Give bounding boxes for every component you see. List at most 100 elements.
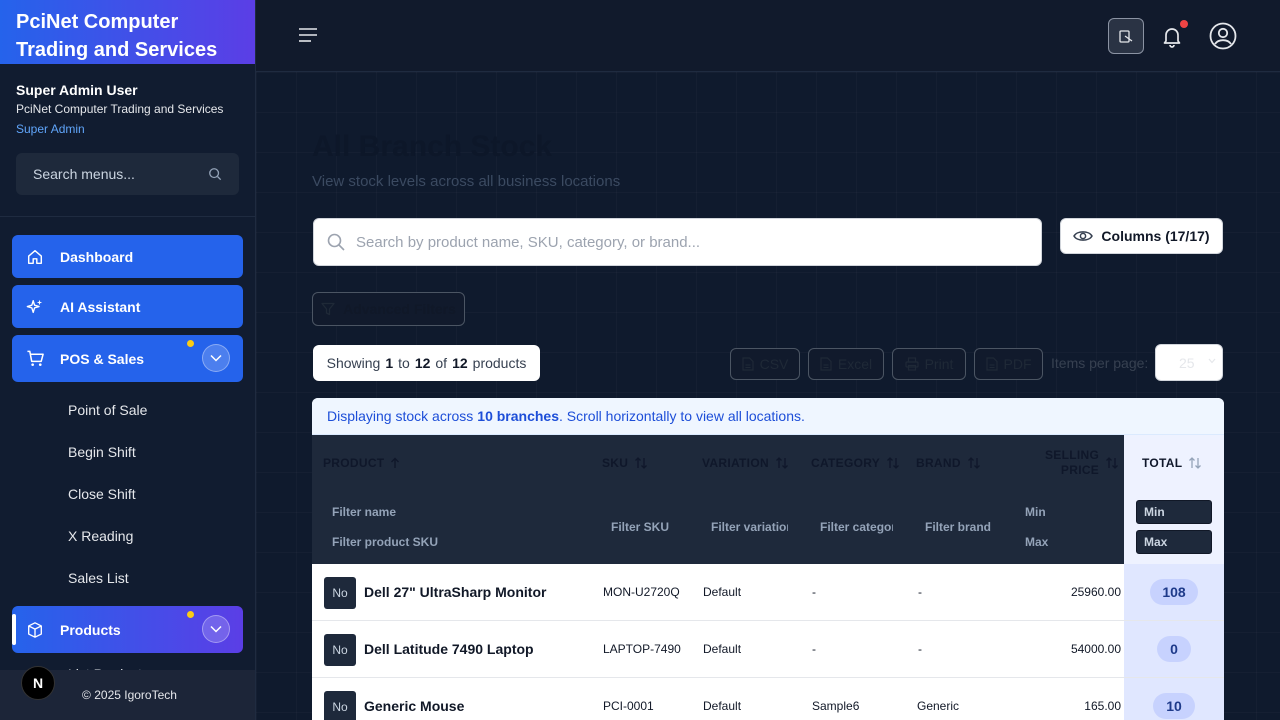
page-subtitle: View stock levels across all business lo… [312, 173, 621, 190]
total-badge: 0 [1157, 636, 1191, 662]
table-row[interactable]: No Dell 27" UltraSharp Monitor MON-U2720… [312, 564, 1224, 621]
table-row[interactable]: No Generic Mouse PCI-0001 Default Sample… [312, 678, 1224, 720]
showing-of-word: of [435, 355, 448, 371]
column-header-label: PRODUCT [323, 456, 385, 470]
columns-button[interactable]: Columns (17/17) [1060, 218, 1223, 254]
filter-product-sku-input[interactable]: Filter product SKU [332, 535, 438, 549]
sidebar-item-label: POS & Sales [60, 350, 145, 367]
filter-total-min-input[interactable]: Min [1136, 500, 1212, 524]
sidebar-item-x-reading[interactable]: X Reading [12, 515, 243, 557]
user-company: PciNet Computer Trading and Services [16, 102, 224, 116]
sidebar-item-close-shift[interactable]: Close Shift [12, 473, 243, 515]
filter-name-input[interactable]: Filter name [332, 505, 396, 519]
user-circle-icon[interactable] [1209, 22, 1237, 50]
advanced-filters-button[interactable]: Advanced Filters [312, 292, 465, 326]
table-header: PRODUCT SKU VARIATION CATEGORY BRAND SEL… [312, 435, 1224, 564]
theme-toggle-icon [1119, 30, 1133, 43]
sidebar-item-label: AI Assistant [60, 298, 141, 315]
app-badge[interactable]: N [21, 666, 55, 700]
column-header-label-line-2: PRICE [1060, 463, 1100, 477]
file-icon [985, 357, 998, 371]
items-per-page-label: Items per page: [1051, 355, 1149, 371]
sidebar-item-label: Dashboard [60, 248, 134, 265]
showing-to: 12 [414, 355, 431, 371]
sidebar-item-dashboard[interactable]: Dashboard [12, 235, 243, 278]
notification-dot [187, 340, 194, 347]
brand-title-line-1: PciNet Computer [16, 11, 179, 33]
column-header-category[interactable]: CATEGORY [811, 456, 900, 470]
brand-header[interactable]: PciNet Computer Trading and Services [0, 0, 255, 64]
export-csv-button[interactable]: CSV [730, 348, 800, 380]
filter-brand-input[interactable]: Filter brand [925, 520, 1005, 534]
column-header-brand[interactable]: BRAND [916, 456, 981, 470]
cell-sku: MON-U2720Q [603, 585, 680, 599]
column-header-product[interactable]: PRODUCT [323, 456, 400, 470]
showing-to-word: to [398, 355, 410, 371]
column-header-label: CATEGORY [811, 456, 881, 470]
filter-icon [321, 302, 335, 316]
sidebar-item-begin-shift[interactable]: Begin Shift [12, 431, 243, 473]
theme-toggle-button[interactable] [1108, 18, 1144, 54]
banner-prefix: Displaying stock across [327, 408, 474, 424]
chevron-down-icon[interactable] [202, 615, 230, 643]
cell-variation: Default [703, 642, 742, 656]
items-per-page-select[interactable]: 25 [1155, 344, 1223, 381]
product-name[interactable]: Dell 27" UltraSharp Monitor [364, 584, 546, 600]
filter-category-input[interactable]: Filter category [820, 520, 893, 534]
search-icon [209, 168, 222, 181]
product-name[interactable]: Generic Mouse [364, 698, 464, 714]
sidebar-item-sales-list[interactable]: Sales List [12, 557, 243, 599]
sort-icon [1189, 457, 1202, 469]
cell-brand: - [918, 642, 922, 656]
cell-variation: Default [703, 699, 742, 713]
column-header-variation[interactable]: VARIATION [702, 456, 789, 470]
columns-button-label: Columns (17/17) [1101, 228, 1210, 244]
column-header-selling-price[interactable]: SELLING PRICE [1045, 448, 1119, 478]
column-header-sku[interactable]: SKU [602, 456, 648, 470]
sidebar-item-products[interactable]: Products [12, 606, 243, 653]
product-search-input[interactable] [356, 233, 1041, 251]
total-badge: 108 [1150, 579, 1198, 605]
export-excel-button[interactable]: Excel [808, 348, 884, 380]
bell-icon[interactable] [1160, 24, 1184, 48]
filter-variation-input[interactable]: Filter variation [711, 520, 788, 534]
showing-total: 12 [452, 355, 468, 371]
menu-icon[interactable] [299, 28, 317, 42]
sidebar-item-point-of-sale[interactable]: Point of Sale [12, 389, 243, 431]
items-per-page-value: 25 [1179, 354, 1195, 371]
product-thumbnail: No [324, 691, 356, 720]
showing-suffix: products [472, 355, 527, 371]
sidebar-item-ai-assistant[interactable]: AI Assistant [12, 285, 243, 328]
product-thumbnail: No [324, 577, 356, 609]
column-header-total[interactable]: TOTAL [1142, 456, 1202, 470]
menu-search-input[interactable]: Search menus... [16, 153, 239, 195]
cell-selling-price: 54000.00 [1070, 642, 1121, 656]
column-header-label: BRAND [916, 456, 961, 470]
home-icon [25, 247, 45, 267]
cell-selling-price: 165.00 [1084, 699, 1121, 713]
chevron-down-icon[interactable] [202, 344, 230, 372]
sidebar: PciNet Computer Trading and Services Sup… [0, 0, 256, 720]
cell-category: - [812, 642, 816, 656]
filter-sku-input[interactable]: Filter SKU [611, 520, 691, 534]
filter-price-max-input[interactable]: Max [1025, 535, 1048, 549]
table-row[interactable]: No Dell Latitude 7490 Laptop LAPTOP-7490… [312, 621, 1224, 678]
filter-price-min-input[interactable]: Min [1025, 505, 1046, 519]
cell-sku: LAPTOP-7490 [603, 642, 681, 656]
export-pdf-button[interactable]: PDF [974, 348, 1043, 380]
showing-from: 1 [385, 355, 394, 371]
sort-icon [635, 457, 648, 469]
notification-dot [1180, 20, 1188, 28]
filter-total-max-input[interactable]: Max [1136, 530, 1212, 554]
sidebar-nav: Dashboard AI Assistant POS & Sales Point… [12, 235, 243, 690]
sidebar-item-label: Products [60, 621, 121, 638]
export-csv-label: CSV [759, 356, 789, 372]
sort-icon [1106, 457, 1119, 469]
sidebar-item-pos-sales[interactable]: POS & Sales [12, 335, 243, 382]
column-header-label: SELLING PRICE [1045, 448, 1099, 478]
print-button[interactable]: Print [892, 348, 966, 380]
cell-selling-price: 25960.00 [1070, 585, 1121, 599]
cell-sku: PCI-0001 [603, 699, 654, 713]
product-name[interactable]: Dell Latitude 7490 Laptop [364, 641, 534, 657]
cart-icon [25, 349, 45, 369]
